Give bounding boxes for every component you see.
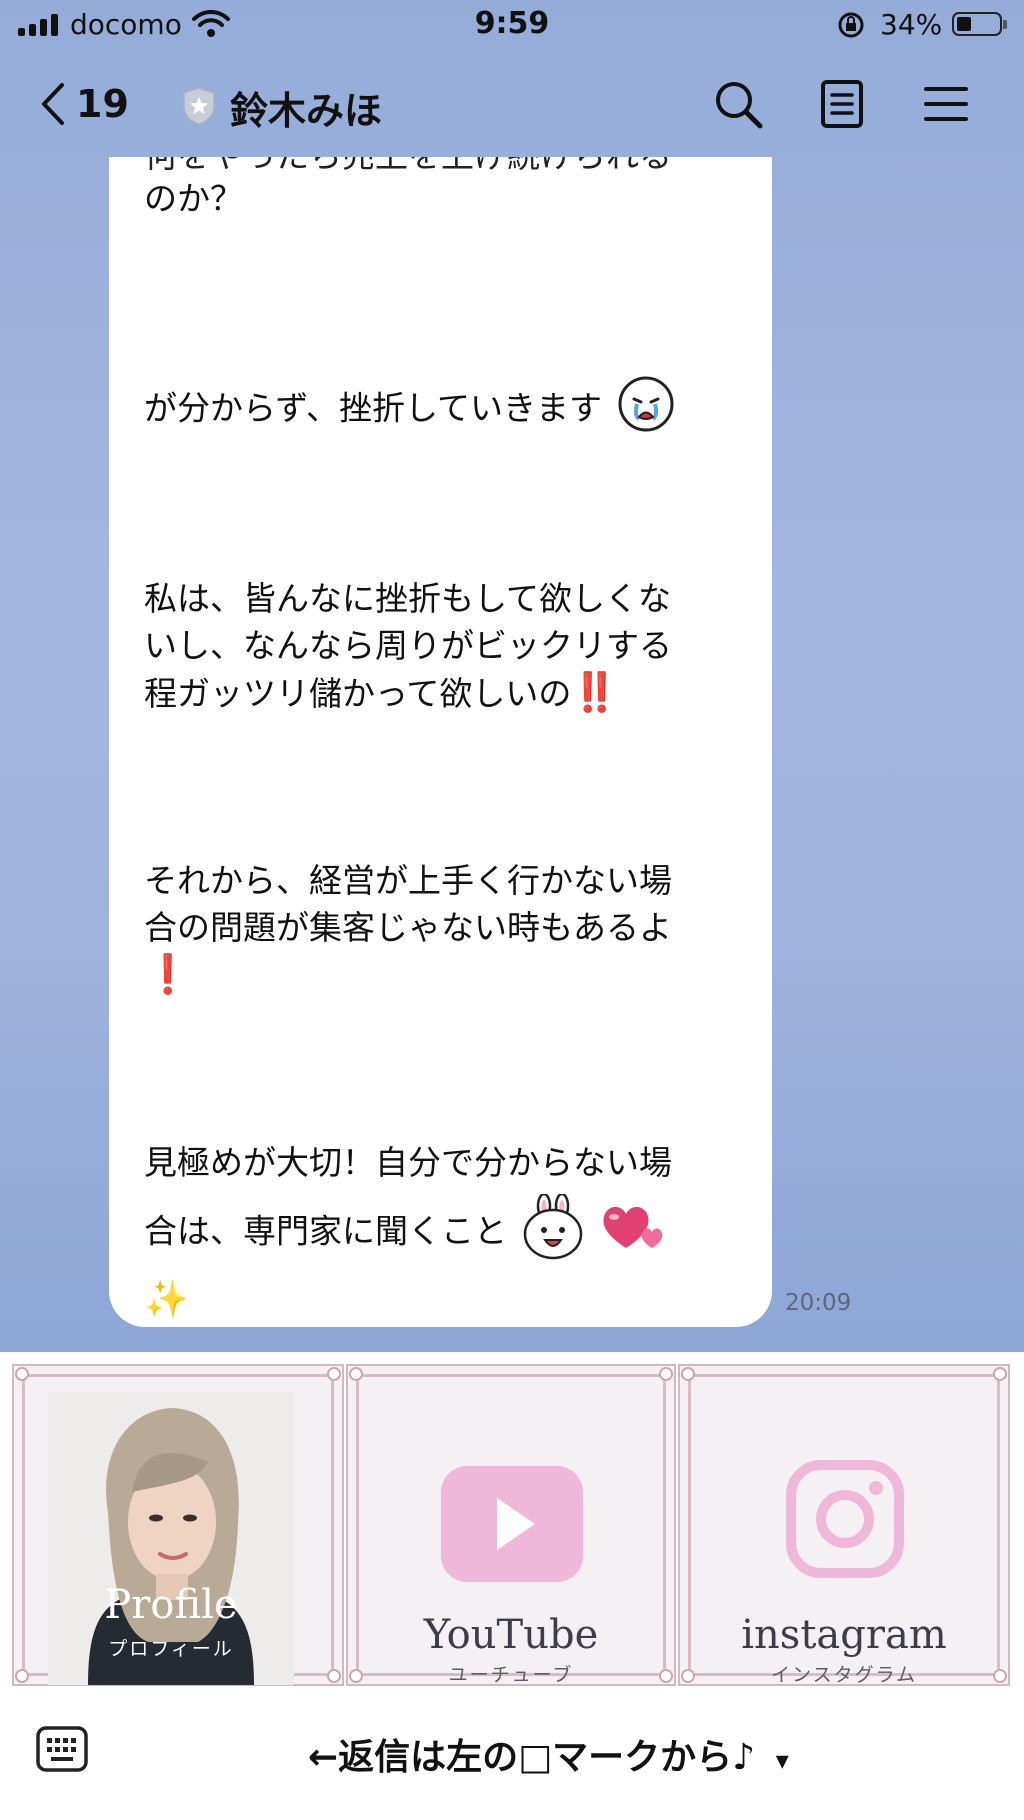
status-time: 9:59: [474, 6, 550, 41]
reply-instruction-text: ←返信は左の□マークから♪: [308, 1737, 756, 1778]
profile-label: Profile: [104, 1582, 238, 1628]
unread-count: 19: [76, 82, 129, 126]
youtube-icon: [441, 1466, 583, 1582]
message-paragraph-4: それから、経営が上手く行かない場 合の問題が集客じゃない時もあるよ ❗: [144, 857, 744, 999]
rabbit-sticker-emoji-icon: [522, 1192, 584, 1272]
message-line: のか？: [144, 179, 243, 218]
message-paragraph-1: のか？: [144, 175, 744, 222]
profile-photo: Profile プロフィール: [48, 1392, 294, 1685]
rotation-lock-icon: [836, 10, 866, 44]
menu-button[interactable]: [918, 76, 974, 132]
rich-menu: Profile プロフィール YouTube ユーチューブ instagram …: [0, 1352, 1024, 1692]
youtube-label: YouTube: [423, 1612, 599, 1658]
youtube-sublabel: ユーチューブ: [448, 1664, 574, 1686]
rich-menu-toggle[interactable]: ←返信は左の□マークから♪ ▾: [308, 1728, 789, 1780]
search-button[interactable]: [710, 76, 766, 132]
bottom-bar: ←返信は左の□マークから♪ ▾: [0, 1692, 1024, 1820]
chat-header: 19 鈴木みほ: [0, 52, 1024, 156]
message-line: 合の問題が集客じゃない時もあるよ: [144, 908, 672, 947]
search-icon: [716, 82, 763, 129]
profile-sublabel: プロフィール: [108, 1638, 234, 1660]
message-line: が分からず、挫折していきます: [144, 388, 603, 428]
official-shield-icon: [181, 86, 217, 130]
notes-icon: [821, 80, 863, 128]
message-paragraph-2: が分からず、挫折していきます: [144, 375, 744, 445]
clipped-text-line: 何をやったら売上を上げ続けられる: [144, 157, 672, 177]
sparkles-emoji: ✨: [144, 1279, 189, 1320]
chevron-left-icon: [42, 83, 64, 125]
keyboard-toggle-button[interactable]: [36, 1726, 88, 1772]
instagram-sublabel: インスタグラム: [770, 1664, 918, 1686]
instagram-label: instagram: [741, 1612, 947, 1658]
exclamation-emoji: ❗: [144, 952, 192, 996]
message-line: 合は、専門家に聞くこと: [144, 1211, 507, 1251]
message-line: 私は、皆んなに挫折もして欲しくな: [144, 579, 672, 618]
dropdown-arrow-icon: ▾: [775, 1746, 789, 1776]
youtube-tile[interactable]: YouTube ユーチューブ: [346, 1364, 676, 1686]
profile-tile[interactable]: Profile プロフィール: [12, 1364, 344, 1686]
message-bubble[interactable]: 何をやったら売上を上げ続けられる のか？ が分からず、挫折していきます 私は、皆…: [109, 157, 772, 1327]
double-exclamation-emoji: ‼️: [571, 670, 619, 714]
message-time: 20:09: [785, 1290, 852, 1316]
chat-title: 鈴木みほ: [230, 89, 383, 133]
message-line: いし、なんなら周りがビックリする: [144, 626, 672, 665]
back-button[interactable]: 19: [38, 74, 129, 134]
message-paragraph-5: 見極めが大切！自分で分からない場 合は、専門家に聞くこと ✨: [144, 1139, 744, 1323]
battery-percent: 34%: [880, 8, 943, 41]
instagram-tile[interactable]: instagram インスタグラム: [678, 1364, 1010, 1686]
instagram-icon: [786, 1460, 904, 1578]
battery-icon: [952, 12, 1007, 36]
heart-emoji-icon: [598, 1202, 668, 1264]
keyboard-icon: [36, 1726, 88, 1772]
notes-button[interactable]: [814, 76, 870, 132]
message-line: 見極めが大切！自分で分からない場: [144, 1143, 672, 1182]
menu-icon: [924, 87, 968, 121]
status-bar: docomo 9:59 34%: [0, 0, 1024, 52]
message-line: それから、経営が上手く行かない場: [144, 861, 672, 900]
message-line: 程ガッツリ儲かって欲しいの: [144, 674, 572, 713]
crying-face-emoji-icon: [617, 375, 675, 445]
message-paragraph-3: 私は、皆んなに挫折もして欲しくな いし、なんなら周りがビックリする 程ガッツリ儲…: [144, 575, 744, 717]
